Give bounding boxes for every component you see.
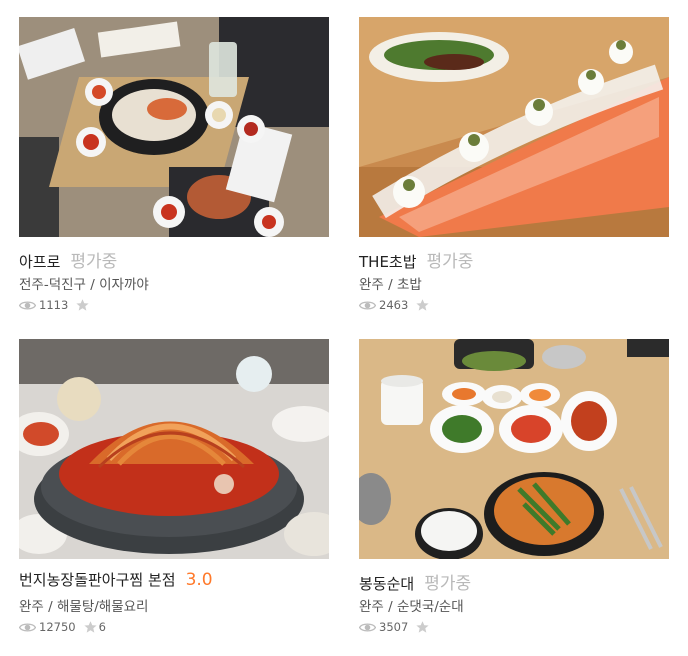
review-count: 6 (98, 620, 106, 634)
izakaya-table-icon (19, 17, 329, 237)
category: 해물탕/해물요리 (56, 599, 149, 615)
salmon-sushi-icon (359, 17, 669, 237)
restaurant-stats: 3507 (359, 619, 669, 635)
restaurant-meta: 완주 / 순댓국/순대 (359, 595, 669, 615)
view-count: 2463 (379, 298, 409, 312)
restaurant-photo[interactable] (359, 339, 669, 559)
star-icon (83, 621, 97, 633)
restaurant-stats: 2463 (359, 297, 669, 313)
restaurant-meta: 완주 / 초밥 (359, 273, 669, 293)
rating-score: 3.0 (185, 570, 213, 590)
spicy-monkfish-icon (19, 339, 329, 559)
star-icon (76, 299, 89, 311)
separator: / (85, 277, 100, 293)
rating-pending: 평가중 (426, 252, 474, 272)
view-count: 3507 (379, 620, 409, 634)
sundae-soup-icon (359, 339, 669, 559)
category: 이자까야 (99, 277, 149, 293)
restaurant-card[interactable]: 번지농장돌판아구찜 본점 3.0 완주 / 해물탕/해물요리 12750 6 (19, 339, 329, 635)
separator: / (383, 599, 397, 615)
restaurant-name[interactable]: 번지농장돌판아구찜 본점 (19, 569, 176, 590)
restaurant-stats: 12750 6 (19, 619, 329, 635)
restaurant-meta: 완주 / 해물탕/해물요리 (19, 595, 329, 615)
eye-icon (359, 622, 376, 632)
restaurant-card[interactable]: 아프로 평가중 전주-덕진구 / 이자까야 1113 (19, 17, 329, 313)
star-icon (416, 621, 429, 633)
location: 전주-덕진구 (19, 277, 86, 293)
category: 순댓국/순대 (396, 599, 464, 615)
restaurant-name[interactable]: THE초밥 (359, 251, 417, 272)
restaurant-name[interactable]: 아프로 (19, 251, 60, 272)
view-count: 1113 (39, 298, 69, 312)
restaurant-card[interactable]: THE초밥 평가중 완주 / 초밥 2463 (359, 17, 669, 313)
restaurant-photo[interactable] (19, 339, 329, 559)
separator: / (383, 277, 397, 293)
location: 완주 (359, 599, 384, 615)
restaurant-name[interactable]: 봉동순대 (359, 573, 414, 594)
eye-icon (359, 300, 376, 310)
separator: / (43, 599, 57, 615)
restaurant-grid: 아프로 평가중 전주-덕진구 / 이자까야 1113 THE초밥 평가중 완주 … (0, 0, 688, 656)
restaurant-card[interactable]: 봉동순대 평가중 완주 / 순댓국/순대 3507 (359, 339, 669, 635)
rating-pending: 평가중 (424, 574, 472, 594)
restaurant-stats: 1113 (19, 297, 329, 313)
view-count: 12750 (39, 620, 76, 634)
eye-icon (19, 622, 36, 632)
star-icon (416, 299, 429, 311)
restaurant-meta: 전주-덕진구 / 이자까야 (19, 273, 329, 293)
restaurant-photo[interactable] (359, 17, 669, 237)
location: 완주 (359, 277, 384, 293)
location: 완주 (19, 599, 44, 615)
rating-pending: 평가중 (70, 252, 118, 272)
eye-icon (19, 300, 36, 310)
category: 초밥 (396, 277, 422, 293)
restaurant-photo[interactable] (19, 17, 329, 237)
